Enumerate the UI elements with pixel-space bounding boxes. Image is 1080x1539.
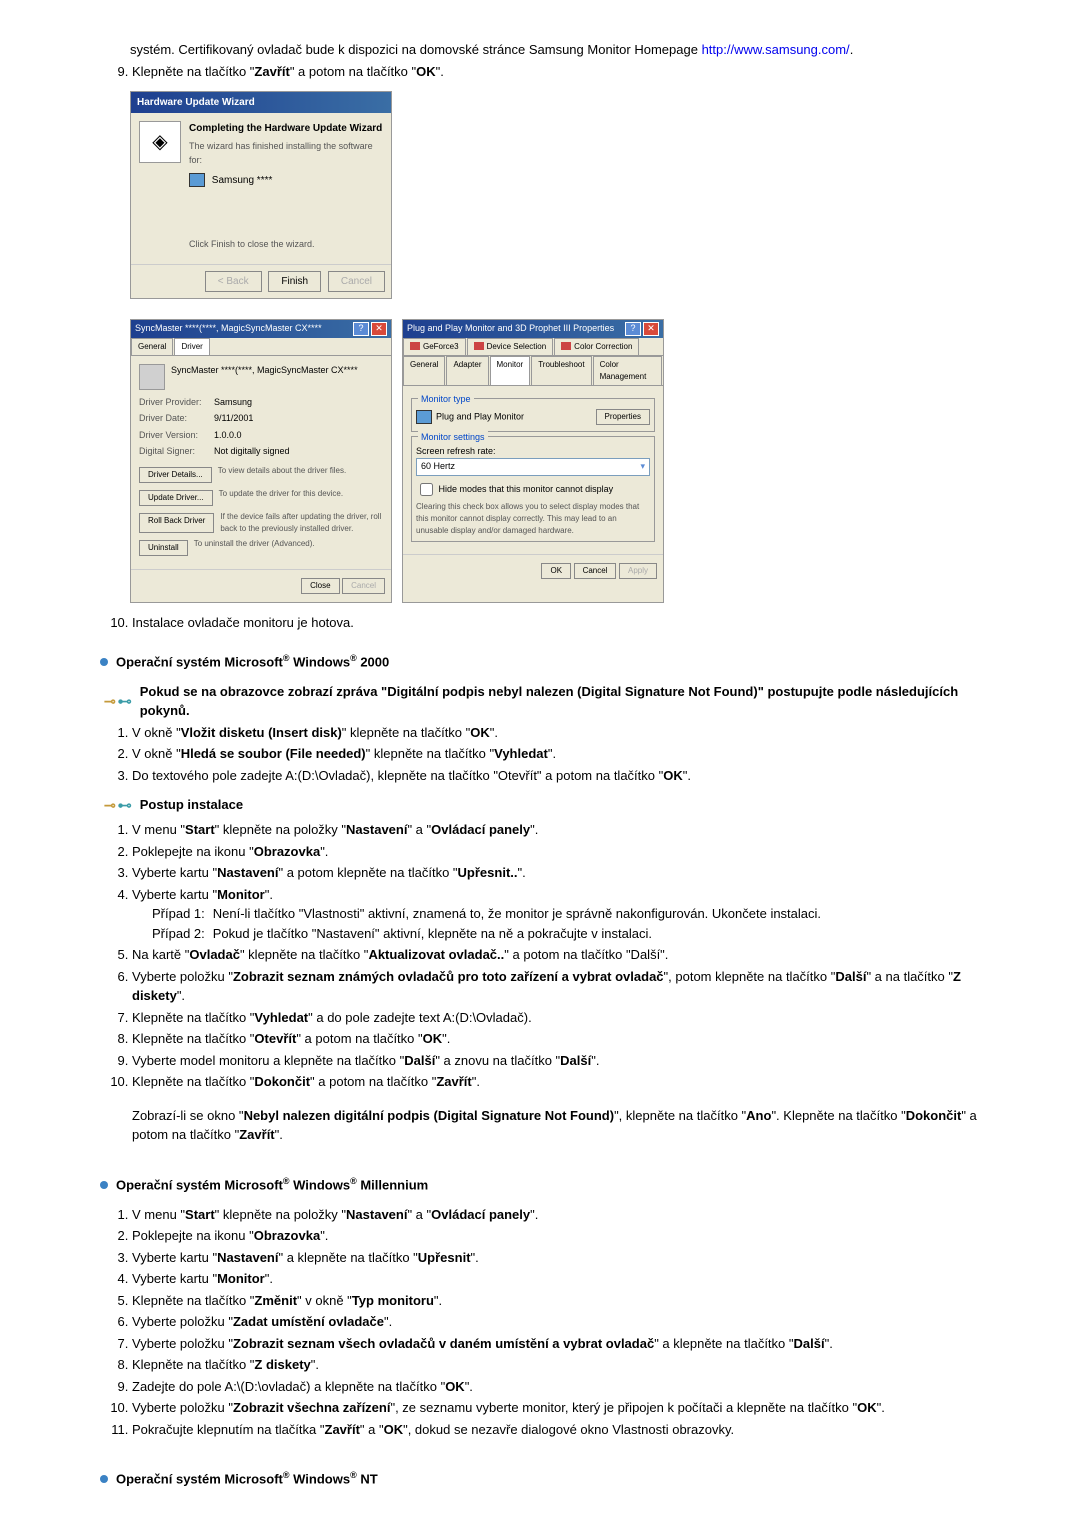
tab-device-selection[interactable]: Device Selection bbox=[467, 338, 554, 355]
tab-color-mgmt[interactable]: Color Management bbox=[593, 356, 662, 385]
properties-button[interactable]: Properties bbox=[596, 409, 650, 425]
wizard-device: Samsung **** bbox=[212, 175, 273, 186]
dlg1-device: SyncMaster ****(****, MagicSyncMaster CX… bbox=[171, 364, 358, 378]
winnt-title: Operační systém Microsoft® Windows® NT bbox=[116, 1469, 378, 1489]
bullet-icon bbox=[100, 658, 108, 666]
me-2: Poklepejte na ikonu "Obrazovka". bbox=[132, 1226, 980, 1246]
dialog-row: SyncMaster ****(****, MagicSyncMaster CX… bbox=[130, 319, 980, 603]
me-3: Vyberte kartu "Nastavení" a klepněte na … bbox=[132, 1248, 980, 1268]
color-corr-icon bbox=[561, 342, 571, 350]
bullet-icon bbox=[100, 1475, 108, 1483]
tab-general[interactable]: General bbox=[131, 338, 173, 355]
driver-details-button[interactable]: Driver Details... bbox=[139, 467, 212, 483]
geforce-icon bbox=[410, 342, 420, 350]
me-5: Klepněte na tlačítko "Změnit" v okně "Ty… bbox=[132, 1291, 980, 1311]
help-icon[interactable]: ? bbox=[353, 322, 369, 336]
tab-geforce3[interactable]: GeForce3 bbox=[403, 338, 466, 355]
hide-modes-checkbox[interactable] bbox=[420, 483, 433, 496]
diamond-icon: ◈ bbox=[139, 121, 181, 163]
hide-modes-desc: Clearing this check box allows you to se… bbox=[416, 501, 650, 537]
uninstall-button[interactable]: Uninstall bbox=[139, 540, 188, 556]
me-10: Vyberte položku "Zobrazit všechna zaříze… bbox=[132, 1398, 980, 1418]
cancel-button[interactable]: Cancel bbox=[328, 271, 385, 292]
w2k-i6: Vyberte položku "Zobrazit seznam známých… bbox=[132, 967, 980, 1006]
dlg2-title: Plug and Play Monitor and 3D Prophet III… bbox=[407, 322, 614, 336]
w2k-i5: Na kartě "Ovladač" klepněte na tlačítko … bbox=[132, 945, 980, 965]
dlg2-cancel-button[interactable]: Cancel bbox=[574, 563, 617, 579]
device-icon bbox=[139, 364, 165, 390]
w2k-sig-3: Do textového pole zadejte A:(D:\Ovladač)… bbox=[132, 766, 980, 786]
doc-content: systém. Certifikovaný ovladač bude k dis… bbox=[100, 40, 980, 1489]
winnt-header: Operační systém Microsoft® Windows® NT bbox=[100, 1469, 980, 1489]
monitor-properties-dialog: Plug and Play Monitor and 3D Prophet III… bbox=[402, 319, 664, 603]
intro-paragraph: systém. Certifikovaný ovladač bude k dis… bbox=[130, 40, 980, 60]
close-icon[interactable]: ✕ bbox=[643, 322, 659, 336]
finish-button[interactable]: Finish bbox=[268, 271, 321, 292]
winme-header: Operační systém Microsoft® Windows® Mill… bbox=[100, 1175, 980, 1195]
w2k-sig-1: V okně "Vložit disketu (Insert disk)" kl… bbox=[132, 723, 980, 743]
bullet-icon bbox=[100, 1181, 108, 1189]
step-10: Instalace ovladače monitoru je hotova. bbox=[132, 613, 980, 633]
w2k-i10: Klepněte na tlačítko "Dokončit" a potom … bbox=[132, 1072, 980, 1092]
back-button[interactable]: < Back bbox=[205, 271, 262, 292]
update-driver-button[interactable]: Update Driver... bbox=[139, 490, 213, 506]
install-heading: Postup instalace bbox=[140, 795, 243, 816]
rollback-driver-button[interactable]: Roll Back Driver bbox=[139, 513, 214, 533]
wizard-msg: The wizard has finished installing the s… bbox=[189, 140, 383, 167]
wizard-finish-hint: Click Finish to close the wizard. bbox=[189, 238, 383, 252]
win2000-title: Operační systém Microsoft® Windows® 2000 bbox=[116, 652, 389, 672]
w2k-i2: Poklepejte na ikonu "Obrazovka". bbox=[132, 842, 980, 862]
me-9: Zadejte do pole A:\(D:\ovladač) a klepně… bbox=[132, 1377, 980, 1397]
winme-title: Operační systém Microsoft® Windows® Mill… bbox=[116, 1175, 428, 1195]
help-icon[interactable]: ? bbox=[625, 322, 641, 336]
tab-troubleshoot[interactable]: Troubleshoot bbox=[531, 356, 591, 385]
w2k-sig-2: V okně "Hledá se soubor (File needed)" k… bbox=[132, 744, 980, 764]
w2k-i4: Vyberte kartu "Monitor". Případ 1:Není-l… bbox=[132, 885, 980, 944]
tab-color-correction[interactable]: Color Correction bbox=[554, 338, 639, 355]
hardware-wizard-screenshot: Hardware Update Wizard ◈ Completing the … bbox=[130, 91, 392, 299]
dlg1-close-button[interactable]: Close bbox=[301, 578, 339, 594]
step-9: Klepněte na tlačítko "Zavřít" a potom na… bbox=[132, 62, 980, 82]
sec2-label: Monitor settings bbox=[418, 431, 488, 445]
intro-text: systém. Certifikovaný ovladač bude k dis… bbox=[130, 42, 698, 57]
refresh-label: Screen refresh rate: bbox=[416, 445, 650, 459]
monitor-icon-2 bbox=[416, 410, 432, 424]
me-7: Vyberte položku "Zobrazit seznam všech o… bbox=[132, 1334, 980, 1354]
wizard-heading: Completing the Hardware Update Wizard bbox=[189, 121, 383, 136]
me-8: Klepněte na tlačítko "Z diskety". bbox=[132, 1355, 980, 1375]
w2k-i8: Klepněte na tlačítko "Otevřít" a potom n… bbox=[132, 1029, 980, 1049]
teal-bullet-icon bbox=[104, 795, 132, 816]
dlg1-title: SyncMaster ****(****, MagicSyncMaster CX… bbox=[135, 322, 322, 336]
close-icon[interactable]: ✕ bbox=[371, 322, 387, 336]
sec1-label: Monitor type bbox=[418, 393, 474, 407]
win2000-header: Operační systém Microsoft® Windows® 2000 bbox=[100, 652, 980, 672]
tab-monitor[interactable]: Monitor bbox=[490, 356, 531, 385]
device-sel-icon bbox=[474, 342, 484, 350]
w2k-i9: Vyberte model monitoru a klepněte na tla… bbox=[132, 1051, 980, 1071]
me-1: V menu "Start" klepněte na položky "Nast… bbox=[132, 1205, 980, 1225]
dlg2-ok-button[interactable]: OK bbox=[541, 563, 571, 579]
dlg2-apply-button[interactable]: Apply bbox=[619, 563, 657, 579]
refresh-dropdown[interactable]: 60 Hertz ▾ bbox=[416, 458, 650, 476]
w2k-note: Zobrazí-li se okno "Nebyl nalezen digitá… bbox=[132, 1106, 980, 1145]
w2k-i1: V menu "Start" klepněte na položky "Nast… bbox=[132, 820, 980, 840]
chevron-down-icon: ▾ bbox=[640, 460, 645, 474]
samsung-link[interactable]: http://www.samsung.com/ bbox=[702, 42, 850, 57]
tab-general-2[interactable]: General bbox=[403, 356, 445, 385]
me-4: Vyberte kartu "Monitor". bbox=[132, 1269, 980, 1289]
monitor-icon bbox=[189, 173, 205, 187]
tab-driver[interactable]: Driver bbox=[174, 338, 209, 355]
driver-properties-dialog: SyncMaster ****(****, MagicSyncMaster CX… bbox=[130, 319, 392, 603]
sig-not-found-heading: Pokud se na obrazovce zobrazí zpráva "Di… bbox=[140, 682, 980, 721]
w2k-i7: Klepněte na tlačítko "Vyhledat" a do pol… bbox=[132, 1008, 980, 1028]
tab-adapter[interactable]: Adapter bbox=[446, 356, 488, 385]
teal-bullet-icon bbox=[104, 682, 132, 721]
dlg1-cancel-button[interactable]: Cancel bbox=[342, 578, 385, 594]
me-11: Pokračujte klepnutím na tlačítka "Zavřít… bbox=[132, 1420, 980, 1440]
w2k-i3: Vyberte kartu "Nastavení" a potom klepně… bbox=[132, 863, 980, 883]
me-6: Vyberte položku "Zadat umístění ovladače… bbox=[132, 1312, 980, 1332]
wizard-title: Hardware Update Wizard bbox=[131, 92, 391, 113]
